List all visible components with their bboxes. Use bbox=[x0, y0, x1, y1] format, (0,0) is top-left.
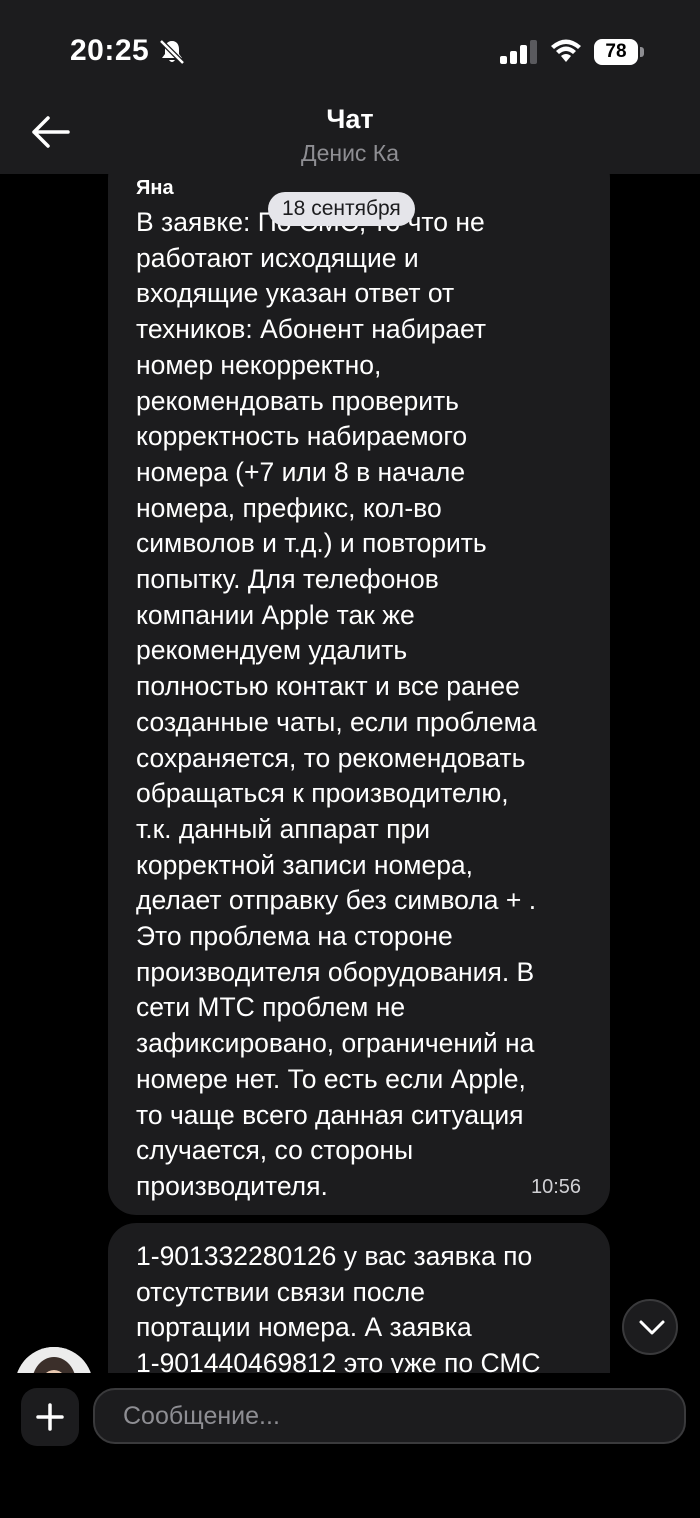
signal-icon bbox=[500, 40, 537, 64]
message-line: 1-901332280126 у вас заявка по bbox=[136, 1241, 533, 1271]
message-line: созданные чаты, если проблема bbox=[136, 706, 537, 737]
message-text: В заявке: По СМС, то что неработают исхо… bbox=[136, 205, 596, 1205]
message-time: 10:56 bbox=[531, 1176, 582, 1198]
message-input[interactable] bbox=[93, 1388, 686, 1444]
message-line: рекомендуем удалить bbox=[136, 635, 408, 666]
add-attachment-button[interactable] bbox=[21, 1388, 79, 1446]
top-bar: 20:25 78 Чат Денис Ка bbox=[0, 0, 700, 174]
page-title: Чат bbox=[326, 104, 374, 134]
message-line: номера, префикс, кол-во bbox=[136, 492, 442, 523]
message-line: номер некорректно, bbox=[136, 349, 382, 380]
message-line: сети МТС проблем не bbox=[136, 992, 406, 1023]
battery-tip bbox=[640, 47, 644, 57]
message-line: работают исходящие и bbox=[136, 242, 419, 273]
message-line: номера (+7 или 8 в начале bbox=[136, 456, 466, 487]
message-line: рекомендовать проверить bbox=[136, 385, 459, 416]
message-line: отсутствии связи после bbox=[136, 1276, 426, 1307]
message-line: полностью контакт и все ранее bbox=[136, 671, 520, 702]
message-line: символов и т.д.) и повторить bbox=[136, 528, 487, 559]
message-line: обращаться к производителю, bbox=[136, 778, 509, 809]
battery-icon: 78 bbox=[594, 39, 644, 65]
date-divider: 18 сентября bbox=[268, 192, 415, 226]
message-line: компании Apple так же bbox=[136, 599, 415, 630]
message-line: делает отправку без символа + . bbox=[136, 885, 537, 916]
message-line: номере нет. То есть если Apple, bbox=[136, 1063, 526, 1094]
scroll-down-button[interactable] bbox=[622, 1299, 678, 1355]
message-line: производителя. bbox=[136, 1170, 328, 1201]
bell-off-icon bbox=[159, 39, 185, 65]
battery-level: 78 bbox=[594, 39, 638, 65]
message-line: зафиксировано, ограничений на bbox=[136, 1028, 535, 1059]
message-line: попытку. Для телефонов bbox=[136, 564, 439, 595]
chevron-down-icon bbox=[639, 1320, 665, 1335]
message-line: сохраняется, то рекомендовать bbox=[136, 742, 526, 773]
composer bbox=[0, 1373, 700, 1518]
message-line: т.к. данный аппарат при bbox=[136, 813, 431, 844]
message-line: производителя оборудования. В bbox=[136, 956, 535, 987]
message-text: 1-901332280126 у вас заявка по отсутствии… bbox=[136, 1239, 596, 1382]
message-line: корректность набираемого bbox=[136, 421, 468, 452]
status-time: 20:25 bbox=[70, 34, 150, 67]
chat-contact-name: Денис Ка bbox=[301, 140, 399, 166]
message-line: случается, со стороны bbox=[136, 1135, 414, 1166]
message-sender: Яна bbox=[136, 177, 174, 199]
message-line: техников: Абонент набирает bbox=[136, 314, 487, 345]
message-line: Это проблема на стороне bbox=[136, 921, 453, 952]
wifi-icon bbox=[551, 39, 581, 62]
message-line: входящие указан ответ от bbox=[136, 278, 455, 309]
message-line: корректной записи номера, bbox=[136, 849, 474, 880]
message-line: портации номера. А заявка bbox=[136, 1312, 472, 1343]
plus-icon bbox=[36, 1403, 64, 1431]
message-line: то чаще всего данная ситуация bbox=[136, 1099, 524, 1130]
